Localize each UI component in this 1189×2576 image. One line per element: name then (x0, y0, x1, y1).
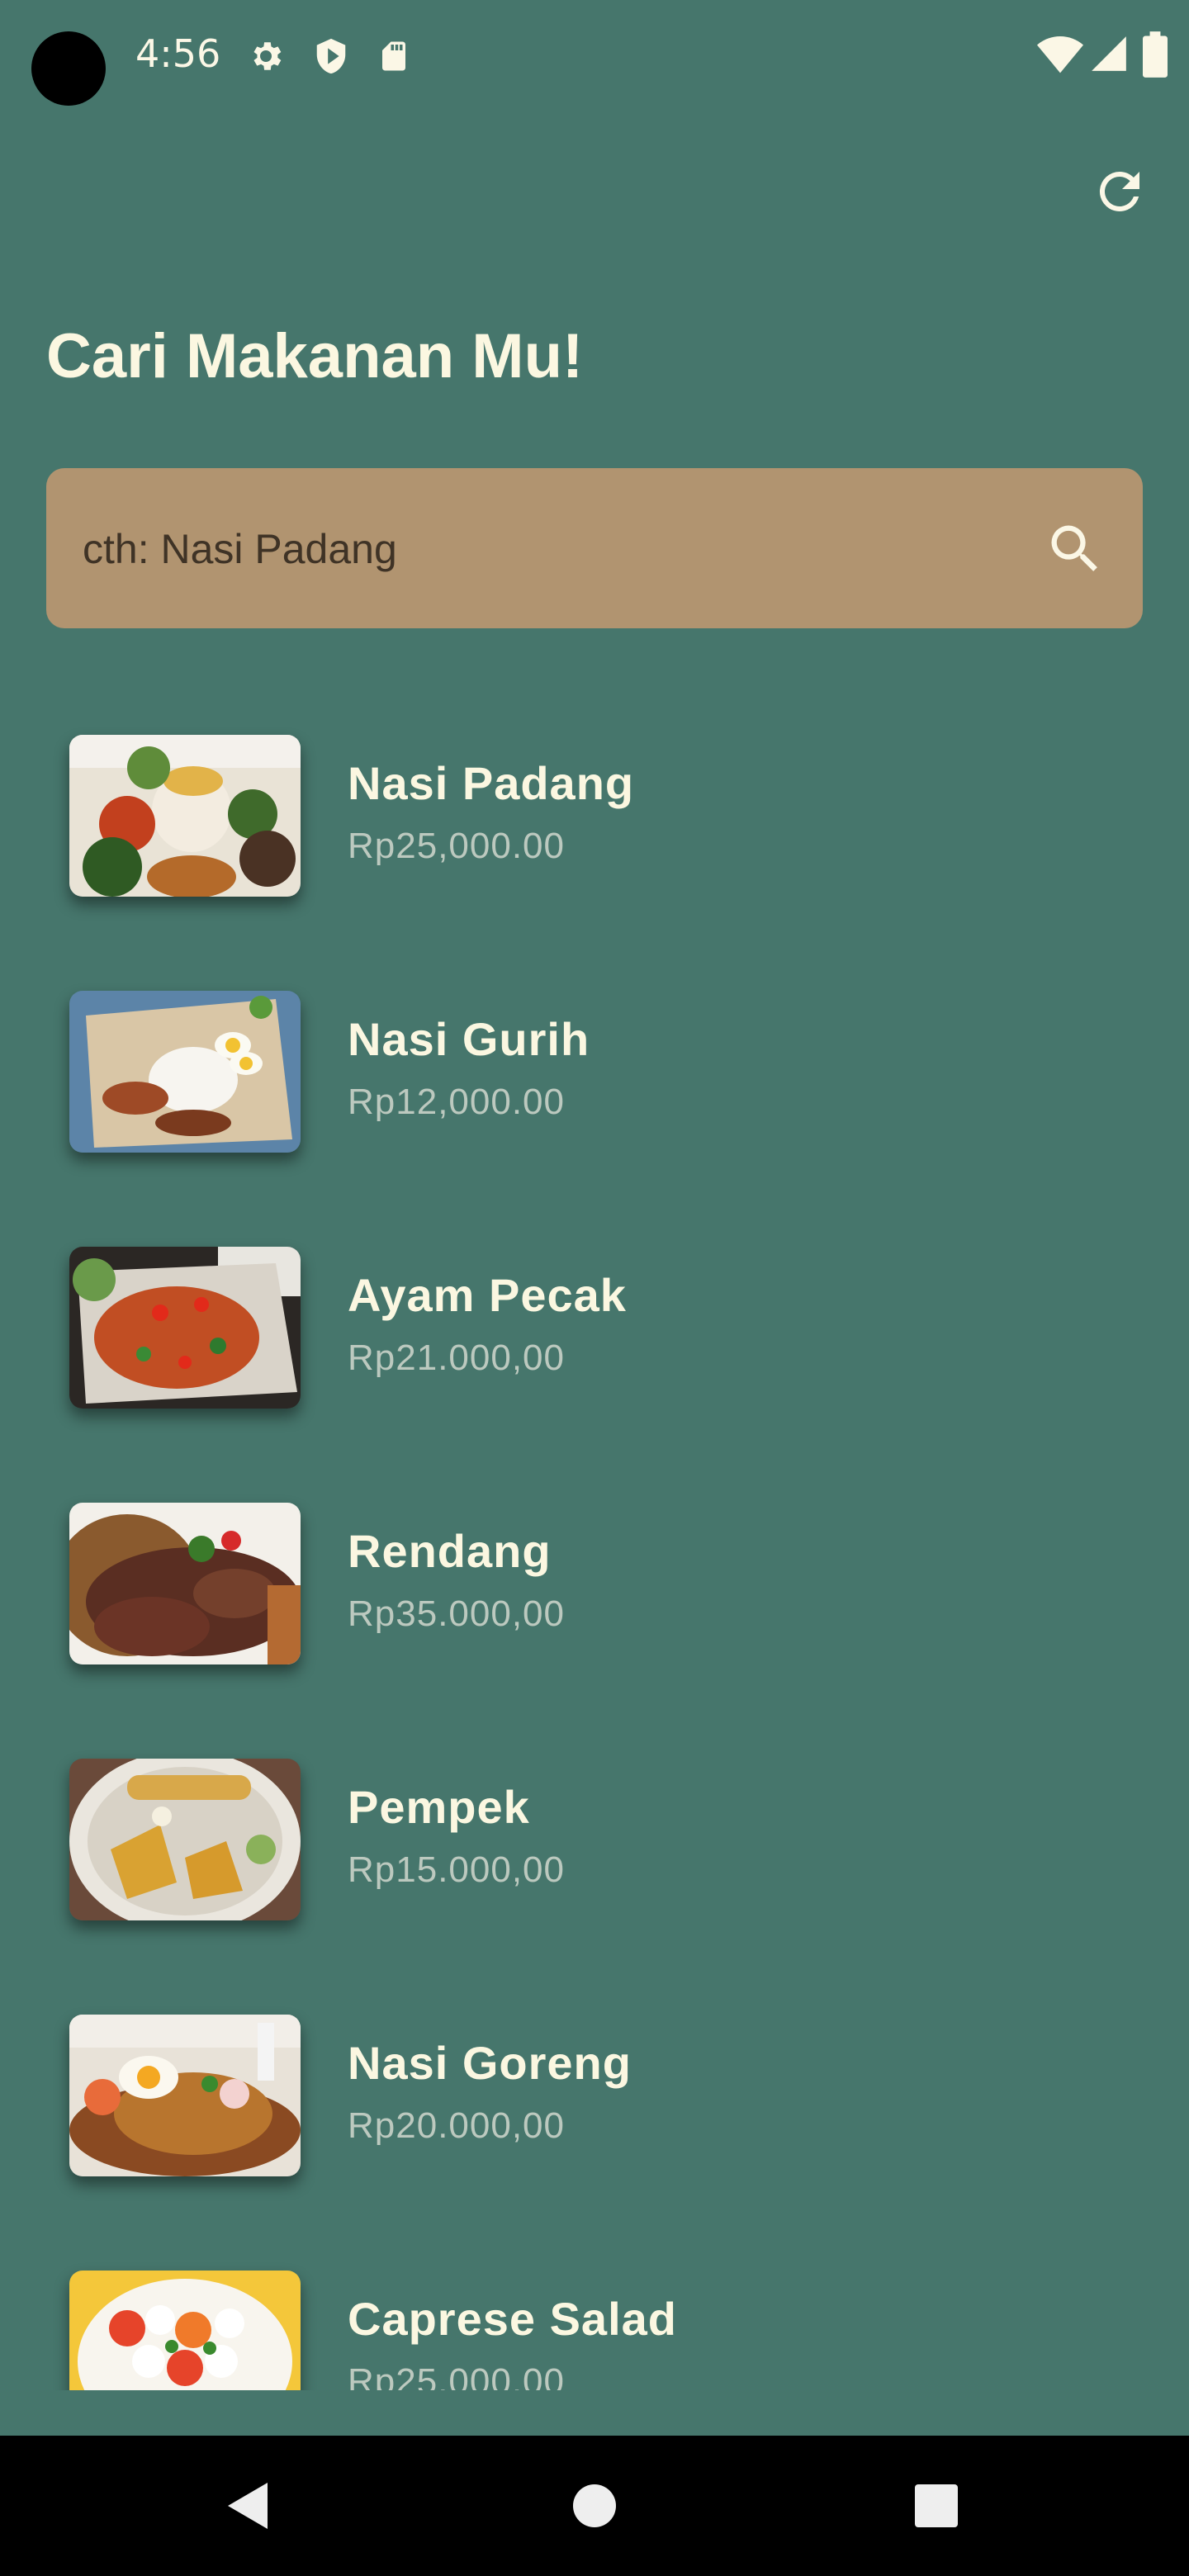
system-nav-bar (0, 2436, 1189, 2576)
food-name: Nasi Gurih (348, 1013, 590, 1065)
recents-square-icon (915, 2484, 958, 2527)
refresh-icon (1099, 171, 1139, 211)
page-title: Cari Makanan Mu! (46, 321, 584, 391)
food-price: Rp20.000,00 (348, 2105, 565, 2146)
home-button[interactable] (512, 2436, 677, 2576)
food-name: Nasi Padang (348, 757, 635, 809)
search-button[interactable] (1044, 518, 1106, 580)
food-list[interactable]: Nasi Padang Rp25,000.00 Nasi Gurih Rp12,… (0, 694, 1189, 2390)
back-triangle-icon (228, 2483, 268, 2529)
list-item[interactable]: Nasi Padang Rp25,000.00 (0, 694, 1189, 900)
food-image-nasi-gurih (69, 991, 301, 1153)
camera-cutout (31, 31, 106, 106)
food-name: Caprese Salad (348, 2293, 677, 2345)
search-input[interactable] (81, 468, 976, 630)
food-price: Rp25,000.00 (348, 826, 565, 866)
shield-icon (312, 36, 350, 76)
food-image-pempek (69, 1759, 301, 1920)
list-item[interactable]: Pempek Rp15.000,00 (0, 1717, 1189, 1924)
settings-icon (246, 36, 286, 76)
food-name: Ayam Pecak (348, 1269, 627, 1321)
wifi-icon (1037, 33, 1083, 74)
food-price: Rp15.000,00 (348, 1849, 565, 1890)
list-item[interactable]: Nasi Goreng Rp20.000,00 (0, 1973, 1189, 2180)
list-item[interactable]: Nasi Gurih Rp12,000.00 (0, 949, 1189, 1156)
sd-card-icon (377, 36, 411, 76)
food-price: Rp25.000,00 (348, 2361, 565, 2390)
refresh-button[interactable] (1090, 162, 1149, 221)
food-name: Nasi Goreng (348, 2037, 632, 2089)
search-icon (1051, 525, 1097, 571)
food-image-nasi-padang (69, 735, 301, 897)
food-price: Rp35.000,00 (348, 1593, 565, 1634)
battery-icon (1143, 31, 1168, 78)
back-button[interactable] (165, 2436, 330, 2576)
list-item[interactable]: Rendang Rp35.000,00 (0, 1461, 1189, 1668)
home-circle-icon (573, 2484, 616, 2527)
food-image-nasi-goreng (69, 2015, 301, 2176)
search-bar (46, 468, 1143, 630)
food-price: Rp21.000,00 (348, 1338, 565, 1378)
list-item[interactable]: Ayam Pecak Rp21.000,00 (0, 1205, 1189, 1412)
recents-button[interactable] (854, 2436, 1019, 2576)
food-image-rendang (69, 1503, 301, 1664)
food-name: Rendang (348, 1525, 552, 1577)
status-clock: 4:56 (135, 31, 221, 76)
signal-icon (1088, 33, 1130, 74)
food-name: Pempek (348, 1781, 530, 1833)
food-price: Rp12,000.00 (348, 1082, 565, 1122)
food-image-ayam-pecak (69, 1247, 301, 1409)
status-bar: 4:56 (0, 0, 1189, 116)
food-image-caprese-salad (69, 2271, 301, 2390)
list-item[interactable]: Caprese Salad Rp25.000,00 (0, 2229, 1189, 2390)
